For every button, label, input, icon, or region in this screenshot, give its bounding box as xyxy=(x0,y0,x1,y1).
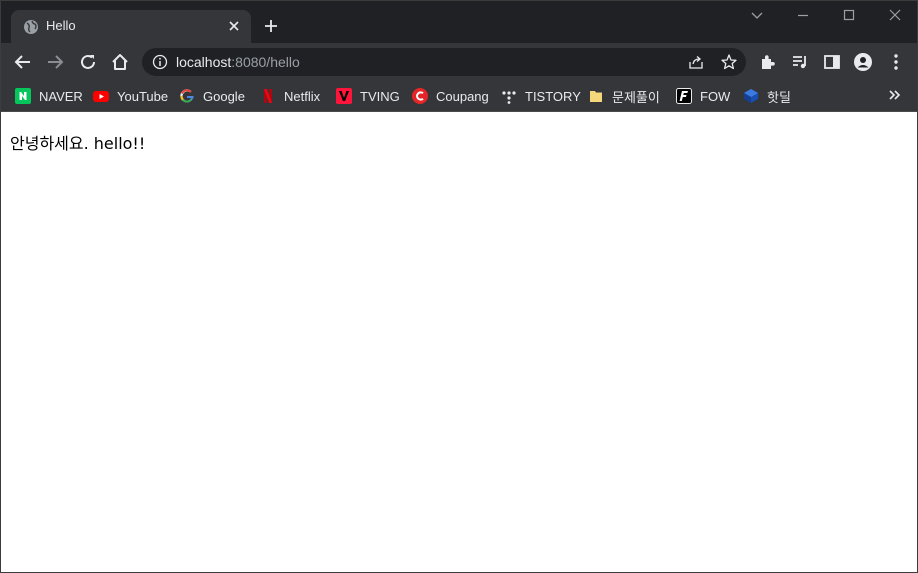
bookmark-label: 핫딜 xyxy=(767,89,791,105)
bookmark-label: TISTORY xyxy=(525,88,581,104)
bookmarks-bar: NAVER YouTube Google Netflix TVING Coupa… xyxy=(1,81,917,112)
double-chevron-right-icon[interactable] xyxy=(887,87,903,103)
youtube-icon xyxy=(93,91,109,102)
minimize-icon[interactable] xyxy=(795,7,811,23)
bookmark-label: Netflix xyxy=(284,88,321,104)
bookmark-label: 문제풀이 xyxy=(612,89,660,105)
extensions-icon[interactable] xyxy=(758,52,778,72)
netflix-icon xyxy=(264,89,272,103)
close-window-icon[interactable] xyxy=(887,7,903,23)
url-path: :8080/hello xyxy=(231,54,300,70)
bookmark-netflix[interactable]: Netflix xyxy=(260,85,320,107)
bookmark-label: Google xyxy=(203,88,245,104)
reload-icon[interactable] xyxy=(78,52,98,72)
globe-icon xyxy=(24,20,38,34)
coupang-icon xyxy=(412,88,428,104)
bookmark-hotdeal[interactable]: 핫딜 xyxy=(743,85,791,107)
bookmark-label: Coupang xyxy=(436,88,489,104)
bookmark-label: TVING xyxy=(360,88,400,104)
share-icon[interactable] xyxy=(688,54,704,70)
back-arrow-icon[interactable] xyxy=(13,52,33,72)
new-tab-icon[interactable] xyxy=(263,18,279,34)
profile-avatar-icon[interactable] xyxy=(853,52,873,72)
fow-icon xyxy=(676,88,692,104)
url-host: localhost xyxy=(176,54,232,70)
google-icon xyxy=(180,89,194,103)
bookmark-tving[interactable]: TVING xyxy=(336,85,400,107)
menu-kebab-icon[interactable] xyxy=(886,52,906,72)
tving-icon xyxy=(336,88,352,104)
tab-hello[interactable]: Hello xyxy=(11,10,251,43)
tab-strip: Hello xyxy=(1,1,917,43)
bookmark-tistory[interactable]: TISTORY xyxy=(501,85,581,107)
folder-icon xyxy=(590,91,602,102)
tab-close-icon[interactable] xyxy=(227,19,241,33)
bookmark-star-icon[interactable] xyxy=(720,53,738,71)
bookmark-fow[interactable]: FOW xyxy=(676,85,730,107)
browser-window: Hello localhost:8080/hello NAVER YouTube… xyxy=(0,0,918,573)
address-bar[interactable]: localhost:8080/hello xyxy=(142,48,746,76)
tab-search-icon[interactable] xyxy=(749,7,765,23)
tistory-icon xyxy=(502,91,516,104)
hotdeal-icon xyxy=(744,89,758,103)
info-icon[interactable] xyxy=(152,54,168,70)
home-icon[interactable] xyxy=(110,52,130,72)
tab-title: Hello xyxy=(46,18,76,33)
address-url[interactable]: localhost:8080/hello xyxy=(176,54,300,70)
bookmark-naver[interactable]: NAVER xyxy=(15,85,83,107)
side-panel-icon[interactable] xyxy=(822,52,842,72)
bookmark-folder-problems[interactable]: 문제풀이 xyxy=(588,85,660,107)
greeting-text: 안녕하세요. hello!! xyxy=(10,134,146,153)
maximize-icon[interactable] xyxy=(841,7,857,23)
bookmark-label: FOW xyxy=(700,88,731,104)
page-content: 안녕하세요. hello!! xyxy=(1,113,917,572)
bookmark-youtube[interactable]: YouTube xyxy=(93,85,168,107)
bookmark-label: YouTube xyxy=(117,88,169,104)
naver-icon xyxy=(15,88,31,104)
bookmark-coupang[interactable]: Coupang xyxy=(412,85,489,107)
forward-arrow-icon[interactable] xyxy=(45,52,65,72)
toolbar: localhost:8080/hello xyxy=(1,43,917,81)
bookmark-label: NAVER xyxy=(39,88,83,104)
media-controls-icon[interactable] xyxy=(790,52,810,72)
bookmark-google[interactable]: Google xyxy=(179,85,245,107)
